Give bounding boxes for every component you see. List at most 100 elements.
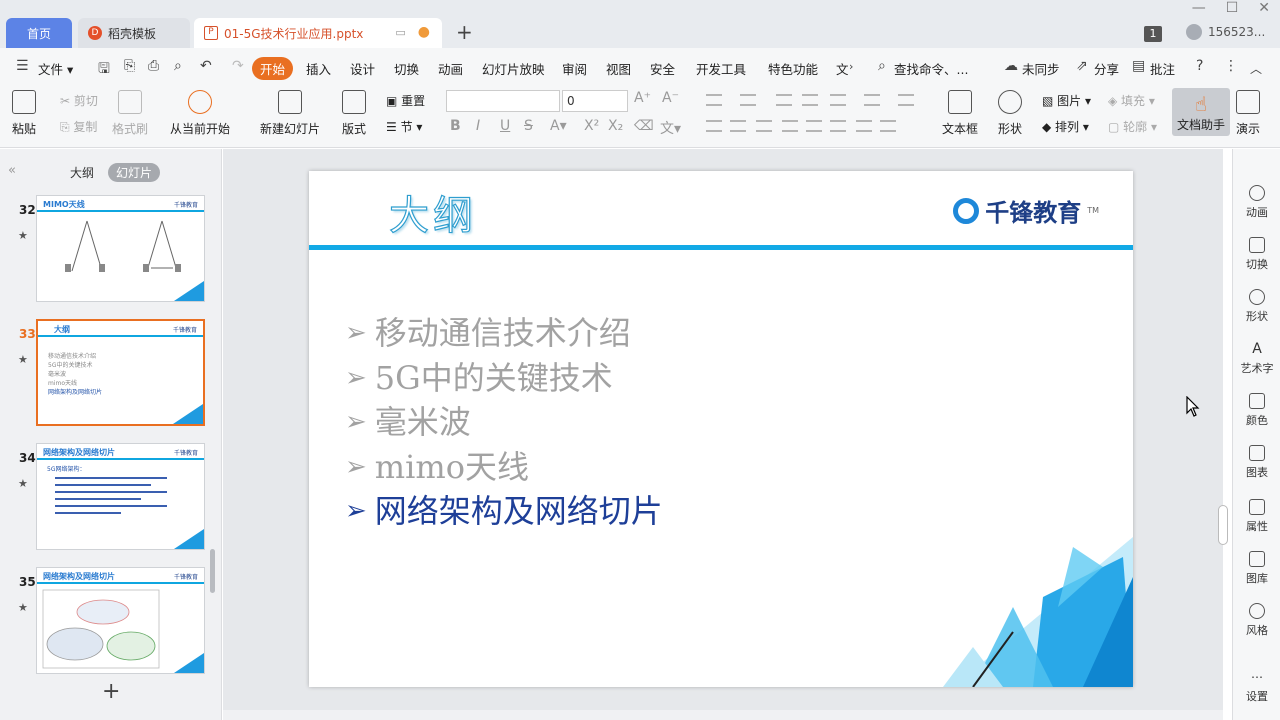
pane-chart[interactable]: 图表 bbox=[1233, 445, 1280, 480]
shape-button[interactable]: 形状 bbox=[998, 90, 1022, 137]
undo-icon[interactable]: ↶ bbox=[200, 58, 212, 74]
sync-status[interactable]: 未同步 bbox=[1022, 59, 1060, 78]
format-painter-button[interactable]: 格式刷 bbox=[112, 90, 148, 137]
reset-button[interactable]: ▣ 重置 bbox=[386, 92, 425, 109]
print-preview-icon[interactable]: ⌕ bbox=[174, 58, 182, 74]
pane-transition[interactable]: 切换 bbox=[1233, 237, 1280, 272]
copy-button[interactable]: ⎘ 复制 bbox=[60, 118, 97, 135]
pane-gallery[interactable]: 图库 bbox=[1233, 551, 1280, 586]
canvas-scrollbar[interactable] bbox=[1218, 505, 1228, 545]
document-helper-button[interactable]: ☝ 文档助手 bbox=[1172, 88, 1230, 136]
window-preview-icon[interactable]: ▭ bbox=[395, 26, 405, 39]
increase-indent-icon[interactable] bbox=[802, 94, 818, 106]
pane-animation[interactable]: 动画 bbox=[1233, 185, 1280, 220]
layout-button[interactable]: 版式 bbox=[342, 90, 366, 137]
maximize-icon[interactable]: ☐ bbox=[1226, 0, 1239, 16]
section-button[interactable]: ☰ 节 ▾ bbox=[386, 118, 422, 135]
numbered-list-icon[interactable] bbox=[740, 94, 756, 106]
outline-button[interactable]: ▢ 轮廓 ▾ bbox=[1108, 118, 1157, 135]
redo-icon[interactable]: ↷ bbox=[232, 58, 244, 74]
menu-slideshow[interactable]: 幻灯片放映 bbox=[482, 59, 545, 78]
bullet-list-icon[interactable] bbox=[706, 94, 722, 106]
pane-style[interactable]: 风格 bbox=[1233, 603, 1280, 638]
tab-home[interactable]: 首页 bbox=[6, 18, 72, 48]
subscript-icon[interactable]: X₂ bbox=[608, 118, 623, 134]
menu-review[interactable]: 审阅 bbox=[562, 59, 587, 78]
justify-icon[interactable] bbox=[782, 120, 798, 132]
align-left-icon[interactable] bbox=[706, 120, 722, 132]
add-slide-button[interactable]: + bbox=[102, 679, 120, 704]
italic-icon[interactable]: I bbox=[476, 118, 480, 134]
align-center-icon[interactable] bbox=[730, 120, 746, 132]
bullet-list[interactable]: ➢ 移动通信技术介绍 ➢ 5G中的关键技术 ➢ 毫米波 ➢ mimo天线 ➢ 网… bbox=[345, 311, 663, 534]
tab-slides[interactable]: 幻灯片 bbox=[108, 163, 161, 182]
slide-thumbnail-32[interactable]: MIMO天线 千锋教育 bbox=[36, 195, 205, 302]
textbox-button[interactable]: 文本框 bbox=[942, 90, 978, 137]
menu-security[interactable]: 安全 bbox=[650, 59, 675, 78]
strikethrough-icon[interactable]: S bbox=[524, 118, 533, 134]
cut-button[interactable]: ✂ 剪切 bbox=[60, 92, 98, 109]
paragraph-settings-icon[interactable] bbox=[880, 120, 896, 132]
play-from-current-button[interactable]: 从当前开始 bbox=[170, 90, 230, 137]
share-button[interactable]: 分享 bbox=[1094, 59, 1119, 78]
slide-title[interactable]: 大纲 bbox=[388, 183, 477, 241]
paste-button[interactable]: 粘贴 bbox=[12, 90, 36, 137]
panel-scrollbar[interactable] bbox=[210, 549, 215, 593]
comment-button[interactable]: 批注 bbox=[1150, 59, 1175, 78]
hamburger-menu-icon[interactable]: ☰ bbox=[16, 58, 29, 74]
menu-design[interactable]: 设计 bbox=[350, 59, 375, 78]
underline-icon[interactable]: U bbox=[500, 118, 510, 134]
tab-daoke-templates[interactable]: D 稻壳模板 bbox=[78, 18, 190, 48]
save-icon[interactable]: 🖫 bbox=[98, 58, 110, 82]
slide-thumbnail-33[interactable]: 大纲 千锋教育 移动通信技术介绍 5G中的关键技术 毫米波 mimo天线 网络架… bbox=[36, 319, 205, 426]
tab-document[interactable]: P 01-5G技术行业应用.pptx ▭ ● bbox=[194, 18, 442, 48]
picture-button[interactable]: ▧ 图片 ▾ bbox=[1042, 92, 1091, 109]
present-button[interactable]: 演示 bbox=[1236, 90, 1260, 137]
align-right-icon[interactable] bbox=[756, 120, 772, 132]
menu-scroll-right-icon[interactable]: › bbox=[849, 60, 853, 73]
menu-more[interactable]: 文 bbox=[836, 59, 849, 78]
font-family-select[interactable] bbox=[446, 90, 560, 112]
minimize-icon[interactable]: — bbox=[1192, 0, 1206, 16]
tab-outline[interactable]: 大纲 bbox=[62, 163, 102, 182]
export-pdf-icon[interactable]: ⎘ bbox=[124, 58, 135, 74]
arrange-button[interactable]: ◆ 排列 ▾ bbox=[1042, 118, 1089, 135]
close-icon[interactable]: ✕ bbox=[1258, 0, 1270, 16]
help-icon[interactable]: ? bbox=[1196, 58, 1203, 74]
bold-icon[interactable]: B bbox=[450, 118, 461, 134]
pane-settings[interactable]: ⋯ 设置 bbox=[1233, 669, 1280, 704]
more-options-icon[interactable]: ⋮ bbox=[1224, 58, 1238, 74]
command-search[interactable]: 查找命令、... bbox=[894, 59, 968, 78]
fill-button[interactable]: ◈ 填充 ▾ bbox=[1108, 92, 1155, 109]
new-tab-button[interactable]: + bbox=[456, 22, 473, 42]
line-spacing-icon[interactable] bbox=[830, 94, 846, 106]
increase-font-icon[interactable]: A⁺ bbox=[634, 90, 651, 106]
text-direction-icon[interactable] bbox=[898, 94, 914, 106]
window-count-badge[interactable]: 1 bbox=[1144, 26, 1162, 42]
pane-color[interactable]: 颜色 bbox=[1233, 393, 1280, 428]
print-icon[interactable]: ⎙ bbox=[148, 58, 159, 74]
menu-animation[interactable]: 动画 bbox=[438, 59, 463, 78]
menu-insert[interactable]: 插入 bbox=[306, 59, 331, 78]
slide-thumbnail-35[interactable]: 网络架构及网络切片 千锋教育 bbox=[36, 567, 205, 674]
menu-file[interactable]: 文件 ▾ bbox=[38, 59, 73, 78]
columns-icon[interactable] bbox=[864, 94, 880, 106]
decrease-font-icon[interactable]: A⁻ bbox=[662, 90, 679, 106]
vertical-align-icon[interactable] bbox=[830, 120, 846, 132]
phonetic-icon[interactable]: 文▾ bbox=[660, 118, 681, 138]
clear-format-icon[interactable]: ⌫ bbox=[634, 118, 654, 134]
menu-features[interactable]: 特色功能 bbox=[768, 59, 818, 78]
menu-view[interactable]: 视图 bbox=[606, 59, 631, 78]
slide-thumbnail-34[interactable]: 网络架构及网络切片 千锋教育 5G网络架构： bbox=[36, 443, 205, 550]
user-account[interactable]: 156523... bbox=[1186, 24, 1265, 40]
font-size-select[interactable]: 0 bbox=[562, 90, 628, 112]
pane-shape[interactable]: 形状 bbox=[1233, 289, 1280, 324]
collapse-ribbon-icon[interactable]: ︿ bbox=[1250, 60, 1262, 77]
menu-home[interactable]: 开始 bbox=[252, 57, 294, 80]
new-slide-button[interactable]: 新建幻灯片 bbox=[260, 90, 320, 137]
menu-transition[interactable]: 切换 bbox=[394, 59, 419, 78]
pane-wordart[interactable]: A 艺术字 bbox=[1233, 341, 1280, 376]
decrease-indent-icon[interactable] bbox=[776, 94, 792, 106]
current-slide[interactable]: 大纲 千锋教育 TM ➢ 移动通信技术介绍 ➢ 5G中的关键技术 ➢ 毫米波 ➢… bbox=[309, 171, 1133, 687]
superscript-icon[interactable]: X² bbox=[584, 118, 599, 134]
